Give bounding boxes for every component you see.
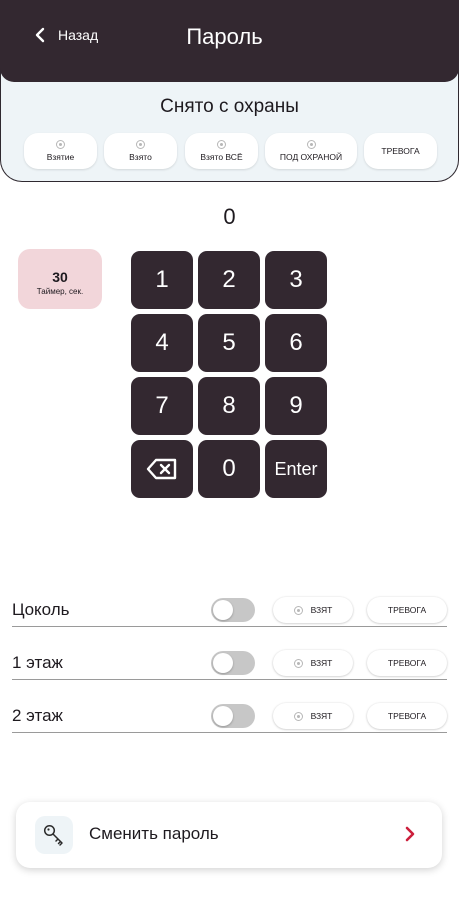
backspace-key[interactable] xyxy=(131,440,193,498)
zone-name: Цоколь xyxy=(12,600,70,619)
zone-row-floor-1: 1 этаж ВЗЯТ ТРЕВОГА xyxy=(12,650,447,680)
header-bar: Назад Пароль xyxy=(0,0,459,82)
toggle-knob xyxy=(213,600,233,620)
key-3[interactable]: 3 xyxy=(265,251,327,309)
zone-alarm-button[interactable]: ТРЕВОГА xyxy=(367,597,447,623)
zone-toggle[interactable] xyxy=(211,651,255,675)
mode-button-armed[interactable]: Взято xyxy=(104,133,177,169)
key-5[interactable]: 5 xyxy=(198,314,260,372)
zone-taken-button[interactable]: ВЗЯТ xyxy=(273,597,353,623)
radio-dot-icon xyxy=(293,605,303,615)
toggle-knob xyxy=(213,706,233,726)
change-password-label: Сменить пароль xyxy=(89,824,219,843)
page-title: Пароль xyxy=(186,24,263,49)
key-7[interactable]: 7 xyxy=(131,377,193,435)
toggle-knob xyxy=(213,653,233,673)
zone-toggle[interactable] xyxy=(211,704,255,728)
radio-dot-icon xyxy=(136,140,145,149)
zone-alarm-button[interactable]: ТРЕВОГА xyxy=(367,650,447,676)
backspace-icon xyxy=(146,458,177,480)
radio-dot-icon xyxy=(56,140,65,149)
zone-row-basement: Цоколь ВЗЯТ ТРЕВОГА xyxy=(12,597,447,627)
key-0[interactable]: 0 xyxy=(198,440,260,498)
key-2[interactable]: 2 xyxy=(198,251,260,309)
key-1[interactable]: 1 xyxy=(131,251,193,309)
key-icon xyxy=(43,824,63,846)
password-display: 0 xyxy=(223,204,236,229)
mode-button-armed-all[interactable]: Взято ВСЁ xyxy=(185,133,258,169)
key-9[interactable]: 9 xyxy=(265,377,327,435)
key-4[interactable]: 4 xyxy=(131,314,193,372)
zone-name: 1 этаж xyxy=(12,653,63,672)
mode-button-under-guard[interactable]: ПОД ОХРАНОЙ xyxy=(265,133,357,169)
enter-key[interactable]: Enter xyxy=(265,440,327,498)
zone-name: 2 этаж xyxy=(12,706,63,725)
zone-taken-button[interactable]: ВЗЯТ xyxy=(273,650,353,676)
zone-toggle[interactable] xyxy=(211,598,255,622)
key-icon-container xyxy=(35,816,73,854)
key-8[interactable]: 8 xyxy=(198,377,260,435)
zone-alarm-button[interactable]: ТРЕВОГА xyxy=(367,703,447,729)
zone-taken-button[interactable]: ВЗЯТ xyxy=(273,703,353,729)
timer-label: Таймер, сек. xyxy=(36,287,84,296)
status-text: Снято с охраны xyxy=(160,96,299,117)
mode-button-alarm[interactable]: ТРЕВОГА xyxy=(364,133,437,169)
change-password-button[interactable]: Сменить пароль xyxy=(16,802,442,868)
zone-row-floor-2: 2 этаж ВЗЯТ ТРЕВОГА xyxy=(12,703,447,733)
radio-dot-icon xyxy=(306,140,316,149)
radio-dot-icon xyxy=(293,658,303,668)
chevron-right-icon xyxy=(405,826,415,842)
timer-value: 30 xyxy=(52,269,68,285)
mode-button-arming[interactable]: Взятие xyxy=(24,133,97,169)
key-6[interactable]: 6 xyxy=(265,314,327,372)
radio-dot-icon xyxy=(293,711,303,721)
timer-badge: 30 Таймер, сек. xyxy=(18,249,102,309)
radio-dot-icon xyxy=(217,140,226,149)
